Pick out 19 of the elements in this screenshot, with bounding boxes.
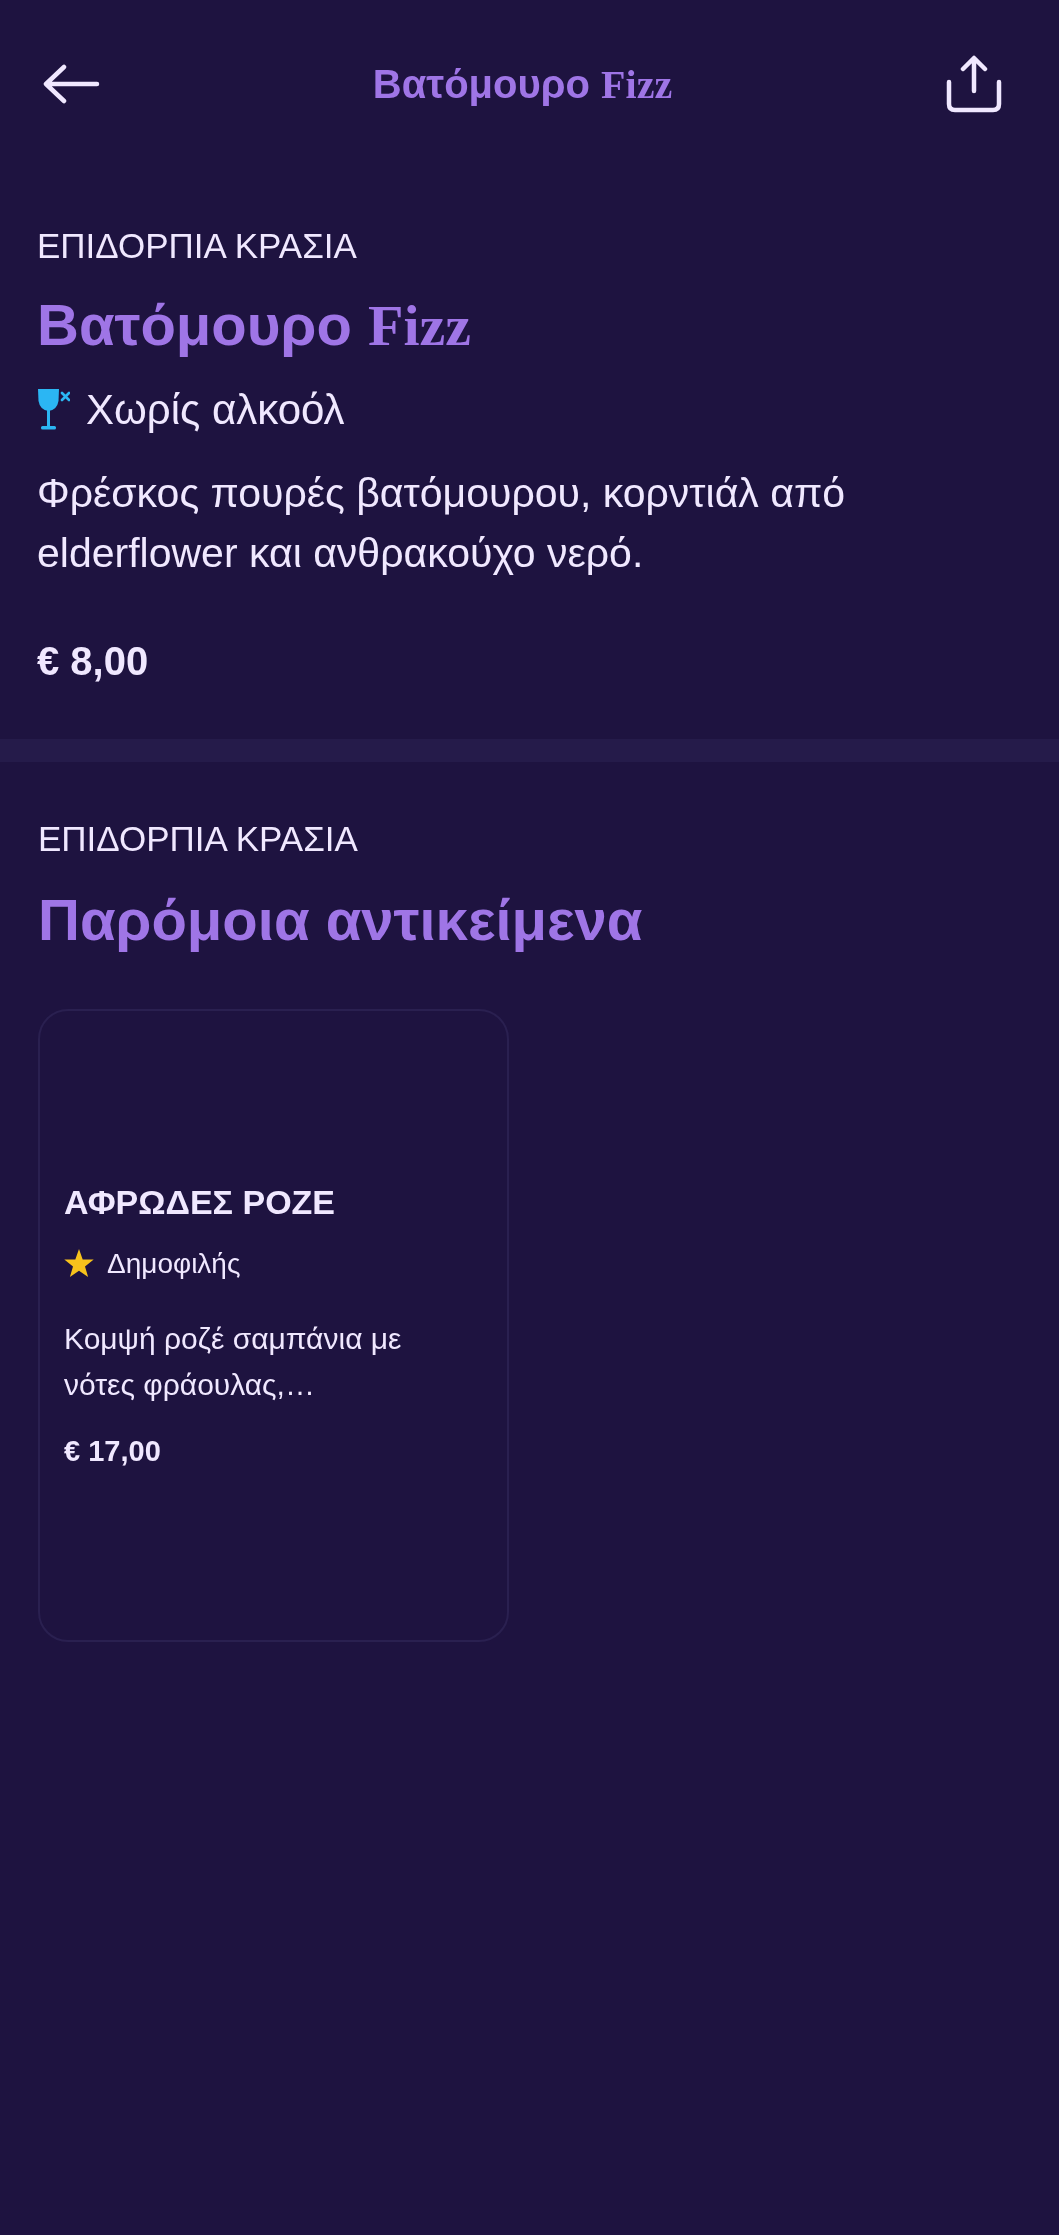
arrow-left-icon (43, 64, 100, 104)
badge-label: Δημοφιλής (107, 1247, 241, 1281)
product-description: Κομψή ροζέ σαμπάνια με νότες φράουλας,… (64, 1321, 403, 1403)
category-label: ΕΠΙΔΟΡΠΙΑ ΚΡΑΣΙΑ (37, 225, 358, 266)
item-description: Φρέσκος πουρές βατόμουρου, κορντιάλ από elderflower και ανθρακούχο νερό. (37, 469, 847, 578)
item-price: € 8,00 (37, 638, 150, 685)
section-title: Παρόμοια αντικείμενα (38, 886, 644, 954)
category-label: ΕΠΙΔΟΡΠΙΑ ΚΡΑΣΙΑ (38, 818, 359, 859)
share-icon (945, 55, 1003, 113)
product-card[interactable]: ΑΦΡΩΔΕΣ ΡΟΖΕ Δημοφιλής Κομψή ροζέ σαμπάνια με νότες φράουλας,… € 17,00 (38, 1009, 509, 1642)
crossed-glass-icon (37, 388, 70, 432)
item-title: Βατόμουρο Fizz (37, 291, 472, 360)
back-button[interactable] (43, 64, 100, 104)
product-name: ΑΦΡΩΔΕΣ ΡΟΖΕ (64, 1182, 337, 1223)
share-button[interactable] (945, 55, 1003, 113)
star-icon (64, 1249, 94, 1278)
tag-label: Χωρίς αλκοόλ (86, 386, 345, 434)
header-title: Βατόμουρο Fizz (372, 60, 673, 109)
product-price: € 17,00 (64, 1434, 162, 1469)
